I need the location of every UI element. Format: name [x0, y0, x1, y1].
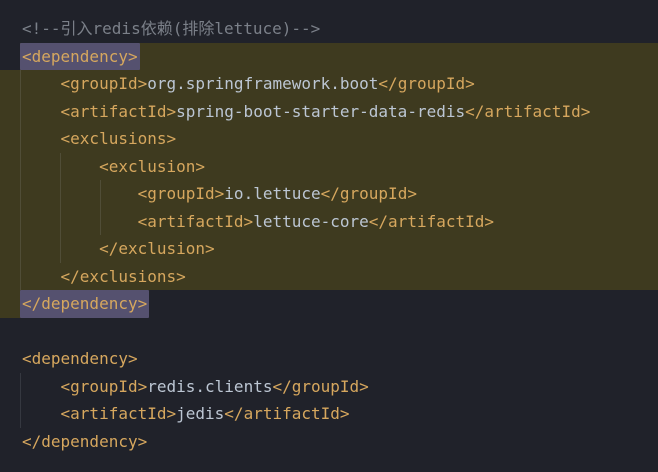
- token-tag: <groupId>: [60, 74, 148, 93]
- code-text: <!--引入redis依赖(排除lettuce)-->: [22, 19, 320, 38]
- code-text: <artifactId>jedis</artifactId>: [22, 404, 350, 423]
- code-line[interactable]: <exclusion>: [0, 152, 658, 180]
- code-line[interactable]: <artifactId>jedis</artifactId>: [0, 400, 658, 428]
- code-text: <groupId>io.lettuce</groupId>: [22, 184, 417, 203]
- code-editor[interactable]: <!--引入redis依赖(排除lettuce)--> <dependency> …: [0, 0, 658, 472]
- indent-guide: [20, 70, 21, 98]
- code-line[interactable]: <groupId>io.lettuce</groupId>: [0, 180, 658, 208]
- indentation: [22, 184, 138, 203]
- indentation: [22, 404, 61, 423]
- token-tag: <groupId>: [60, 376, 148, 396]
- code-line[interactable]: <dependency>: [0, 345, 658, 373]
- token-tag: <artifactId>: [137, 211, 254, 231]
- token-tag: <exclusions>: [60, 129, 177, 148]
- code-text: <artifactId>lettuce-core</artifactId>: [22, 212, 494, 231]
- code-text: <groupId>org.springframework.boot</group…: [22, 74, 475, 93]
- token-tag: </groupId>: [378, 74, 475, 93]
- code-text: <dependency>: [20, 42, 140, 70]
- code-text: </dependency>: [22, 432, 147, 451]
- code-text: <groupId>redis.clients</groupId>: [22, 377, 369, 396]
- indentation: [22, 377, 61, 396]
- code-line[interactable]: <dependency>: [0, 42, 658, 70]
- indent-guide: [20, 235, 21, 263]
- token-text: lettuce-core: [253, 211, 369, 231]
- code-line[interactable]: [0, 318, 658, 346]
- token-comment: <!--引入redis依赖(排除lettuce)-->: [22, 19, 321, 38]
- token-tag: <exclusion>: [99, 156, 206, 176]
- code-line[interactable]: <artifactId>lettuce-core</artifactId>: [0, 207, 658, 235]
- token-tag: </dependency>: [22, 431, 148, 451]
- indent-guide: [20, 400, 21, 428]
- code-text: <exclusions>: [22, 129, 177, 148]
- token-text: io.lettuce: [224, 184, 321, 203]
- indent-guide: [20, 97, 21, 125]
- token-tag: </exclusions>: [60, 266, 186, 286]
- code-text: </exclusions>: [22, 267, 186, 286]
- token-tag: <artifactId>: [60, 404, 177, 423]
- indent-guide: [20, 180, 21, 208]
- matched-tag-highlight: <dependency>: [20, 42, 140, 70]
- code-line[interactable]: <artifactId>spring-boot-starter-data-red…: [0, 97, 658, 125]
- code-text: </dependency>: [20, 290, 150, 318]
- code-line[interactable]: </exclusions>: [0, 262, 658, 290]
- indent-guide: [20, 262, 21, 290]
- token-tag: <dependency>: [22, 349, 138, 368]
- token-text: jedis: [176, 404, 225, 423]
- code-line[interactable]: </dependency>: [0, 290, 658, 318]
- indent-guide: [20, 372, 21, 400]
- code-lines-container: <!--引入redis依赖(排除lettuce)--> <dependency> …: [0, 15, 658, 455]
- indentation: [22, 212, 138, 231]
- token-tag: <artifactId>: [60, 101, 177, 121]
- token-tag: </groupId>: [272, 376, 369, 396]
- indentation: [22, 157, 99, 176]
- token-tag: </exclusion>: [99, 239, 215, 258]
- indentation: [22, 239, 99, 258]
- token-tag: </artifactId>: [368, 211, 495, 231]
- token-text: org.springframework.boot: [147, 74, 379, 93]
- code-text: </exclusion>: [22, 239, 215, 258]
- token-text: redis.clients: [147, 376, 273, 396]
- token-tag: <groupId>: [137, 184, 225, 203]
- code-line[interactable]: <!--引入redis依赖(排除lettuce)-->: [0, 15, 658, 43]
- code-line[interactable]: </dependency>: [0, 428, 658, 456]
- code-text: <artifactId>spring-boot-starter-data-red…: [22, 101, 591, 121]
- code-line[interactable]: <exclusions>: [0, 125, 658, 153]
- indentation: [22, 129, 61, 148]
- token-text: spring-boot-starter-data-redis: [176, 101, 466, 121]
- token-tag: </groupId>: [320, 184, 417, 203]
- token-tag: </artifactId>: [465, 101, 591, 121]
- token-tag: </artifactId>: [224, 404, 350, 423]
- code-line[interactable]: <groupId>redis.clients</groupId>: [0, 372, 658, 400]
- indentation: [22, 74, 61, 93]
- indent-guide: [20, 207, 21, 235]
- indentation: [22, 267, 61, 286]
- code-text: <dependency>: [22, 349, 138, 368]
- code-line[interactable]: </exclusion>: [0, 235, 658, 263]
- indent-guide: [20, 125, 21, 153]
- indent-guide: [20, 152, 21, 180]
- code-line[interactable]: <groupId>org.springframework.boot</group…: [0, 70, 658, 98]
- matched-tag-highlight: </dependency>: [20, 290, 150, 318]
- code-text: <exclusion>: [22, 157, 205, 176]
- indentation: [22, 102, 61, 121]
